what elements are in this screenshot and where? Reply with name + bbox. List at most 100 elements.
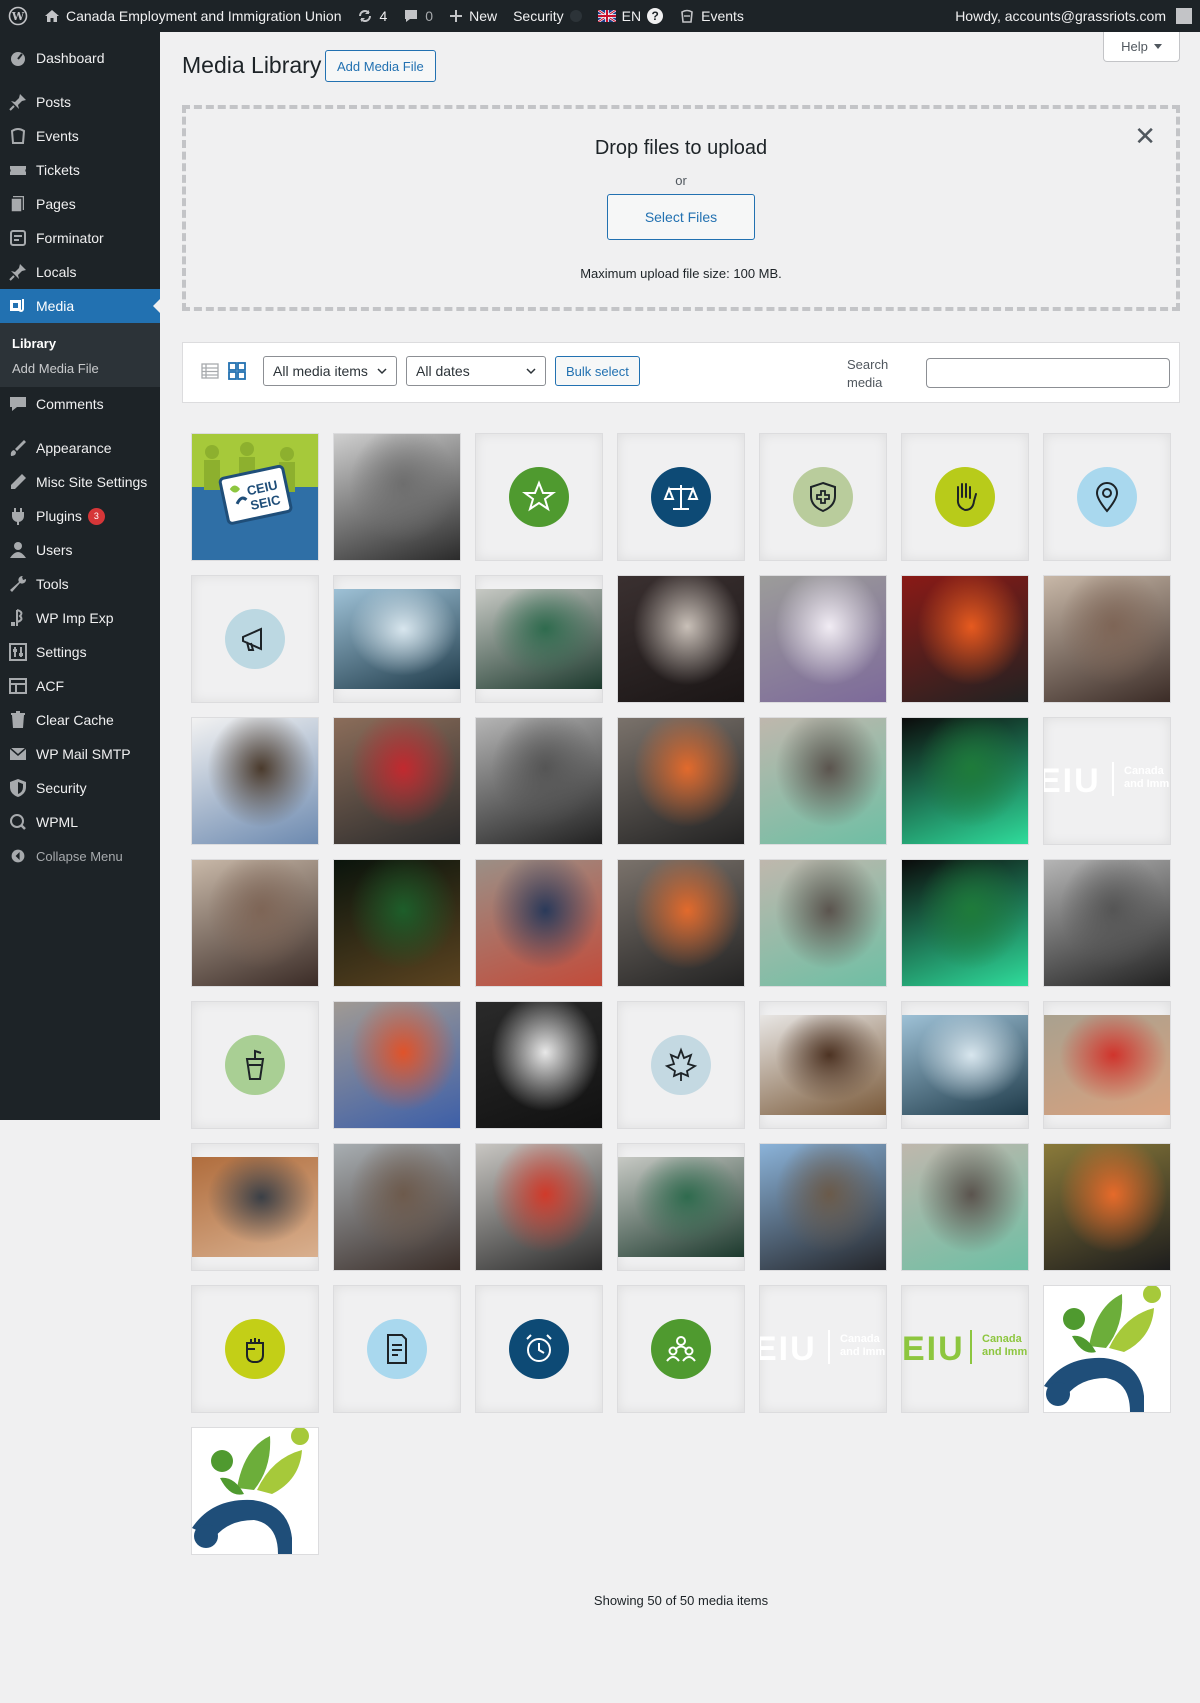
sidebar-item-wp-mail-smtp[interactable]: WP Mail SMTP	[0, 737, 160, 771]
upload-or: or	[675, 173, 687, 188]
media-item[interactable]	[334, 1002, 460, 1128]
sidebar-item-misc-site-settings[interactable]: Misc Site Settings	[0, 465, 160, 499]
media-item[interactable]: CEIU SEIC	[192, 434, 318, 560]
media-item[interactable]	[334, 1144, 460, 1270]
media-item[interactable]	[334, 718, 460, 844]
media-item[interactable]	[760, 1002, 886, 1128]
media-item[interactable]	[192, 860, 318, 986]
updates-link[interactable]: 4	[349, 0, 395, 32]
media-item[interactable]	[618, 860, 744, 986]
media-item[interactable]	[192, 1002, 318, 1128]
new-content-link[interactable]: New	[441, 0, 505, 32]
select-files-button[interactable]: Select Files	[607, 194, 755, 240]
media-item[interactable]	[476, 1002, 602, 1128]
media-item[interactable]: EIU Canada and Imm	[1044, 718, 1170, 844]
sidebar-item-posts[interactable]: Posts	[0, 85, 160, 119]
media-item[interactable]	[1044, 1286, 1170, 1412]
media-item[interactable]	[618, 1144, 744, 1270]
media-item[interactable]	[760, 434, 886, 560]
language-switcher[interactable]: EN ?	[590, 0, 671, 32]
sidebar-item-tools[interactable]: Tools	[0, 567, 160, 601]
sidebar-item-dashboard[interactable]: Dashboard	[0, 41, 160, 75]
sidebar-item-pages[interactable]: Pages	[0, 187, 160, 221]
media-item[interactable]	[760, 718, 886, 844]
sidebar-item-locals[interactable]: Locals	[0, 255, 160, 289]
upload-dropzone[interactable]: ✕ Drop files to upload or Select Files M…	[182, 105, 1180, 311]
add-media-file-button[interactable]: Add Media File	[325, 50, 436, 82]
sidebar-item-plugins[interactable]: Plugins 3	[0, 499, 160, 533]
media-item[interactable]	[1044, 860, 1170, 986]
media-item[interactable]	[902, 860, 1028, 986]
sidebar-item-media[interactable]: Media	[0, 289, 160, 323]
list-view-icon[interactable]	[200, 361, 220, 381]
submenu-item-library[interactable]: Library	[0, 331, 160, 356]
media-item[interactable]	[618, 434, 744, 560]
refresh-icon	[359, 10, 372, 22]
media-item[interactable]	[1044, 1002, 1170, 1128]
media-item[interactable]	[192, 718, 318, 844]
sidebar-item-security[interactable]: Security	[0, 771, 160, 805]
sidebar-item-settings[interactable]: Settings	[0, 635, 160, 669]
bulk-select-button[interactable]: Bulk select	[555, 356, 640, 386]
sidebar-item-acf[interactable]: ACF	[0, 669, 160, 703]
sidebar-item-clear-cache[interactable]: Clear Cache	[0, 703, 160, 737]
media-icon	[8, 296, 28, 316]
media-item[interactable]	[476, 1144, 602, 1270]
media-item[interactable]	[334, 1286, 460, 1412]
media-item[interactable]	[192, 576, 318, 702]
sidebar-item-appearance[interactable]: Appearance	[0, 431, 160, 465]
media-item[interactable]	[334, 576, 460, 702]
media-item[interactable]	[902, 576, 1028, 702]
question-icon[interactable]: ?	[647, 8, 664, 24]
media-toolbar: All media items All dates Bulk select Se…	[182, 342, 1180, 403]
media-item[interactable]	[334, 860, 460, 986]
media-type-filter[interactable]: All media items	[263, 356, 397, 386]
media-item[interactable]	[192, 1428, 318, 1554]
media-item[interactable]: EIU Canada and Imm	[760, 1286, 886, 1412]
account-menu[interactable]: Howdy, accounts@grassriots.com	[947, 0, 1200, 32]
media-item[interactable]	[334, 434, 460, 560]
media-item[interactable]	[902, 434, 1028, 560]
pages-icon	[8, 194, 28, 214]
sidebar-item-wpml[interactable]: WPML	[0, 805, 160, 839]
media-item[interactable]	[902, 718, 1028, 844]
sidebar-item-tickets[interactable]: Tickets	[0, 153, 160, 187]
date-filter[interactable]: All dates	[406, 356, 546, 386]
media-item[interactable]	[1044, 434, 1170, 560]
media-item[interactable]	[476, 718, 602, 844]
sidebar-item-comments[interactable]: Comments	[0, 387, 160, 421]
media-item[interactable]	[192, 1286, 318, 1412]
media-item[interactable]	[618, 576, 744, 702]
media-item[interactable]	[476, 860, 602, 986]
search-media-input[interactable]	[926, 358, 1170, 388]
comments-link[interactable]: 0	[395, 0, 441, 32]
collapse-menu-button[interactable]: Collapse Menu	[0, 839, 160, 873]
media-item[interactable]	[902, 1144, 1028, 1270]
grid-view-icon[interactable]	[227, 361, 247, 381]
media-item[interactable]	[618, 1286, 744, 1412]
sidebar-item-events[interactable]: Events	[0, 119, 160, 153]
site-name-link[interactable]: Canada Employment and Immigration Union	[36, 0, 349, 32]
media-item[interactable]	[902, 1002, 1028, 1128]
media-item[interactable]	[476, 1286, 602, 1412]
media-item[interactable]	[760, 860, 886, 986]
submenu-item-add-media-file[interactable]: Add Media File	[0, 356, 160, 381]
wordpress-logo-icon[interactable]: W	[0, 0, 36, 32]
events-link[interactable]: Events	[671, 0, 752, 32]
media-item[interactable]	[1044, 1144, 1170, 1270]
media-item[interactable]	[476, 576, 602, 702]
media-item[interactable]	[618, 1002, 744, 1128]
media-item[interactable]	[760, 576, 886, 702]
photo-thumbnail	[760, 860, 886, 986]
sidebar-item-users[interactable]: Users	[0, 533, 160, 567]
security-link[interactable]: Security	[505, 0, 590, 32]
media-item[interactable]	[1044, 576, 1170, 702]
help-tab-button[interactable]: Help	[1103, 32, 1180, 62]
media-item[interactable]	[192, 1144, 318, 1270]
media-item[interactable]	[760, 1144, 886, 1270]
media-item[interactable]	[618, 718, 744, 844]
media-item[interactable]: EIU Canada and Imm	[902, 1286, 1028, 1412]
sidebar-item-forminator[interactable]: Forminator	[0, 221, 160, 255]
sidebar-item-wp-imp-exp[interactable]: WP Imp Exp	[0, 601, 160, 635]
media-item[interactable]	[476, 434, 602, 560]
